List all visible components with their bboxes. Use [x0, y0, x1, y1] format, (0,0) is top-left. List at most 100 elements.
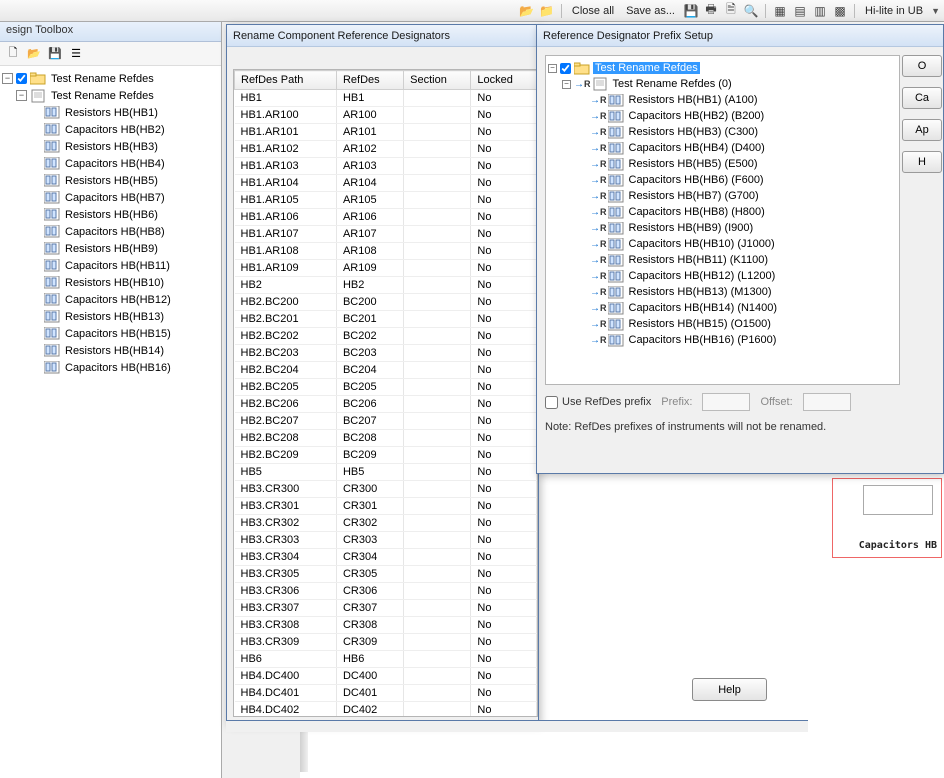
table-row[interactable]: HB1.AR100 AR100 No: [235, 107, 537, 124]
col-refdes[interactable]: RefDes: [336, 71, 403, 90]
tree-item[interactable]: Capacitors HB(HB15): [2, 325, 219, 342]
collapse-icon[interactable]: −: [562, 80, 571, 89]
print-icon[interactable]: 🖶: [703, 3, 719, 19]
table-row[interactable]: HB3.CR300 CR300 No: [235, 481, 537, 498]
tree-item[interactable]: Resistors HB(HB5): [2, 172, 219, 189]
tree-root-check[interactable]: [16, 73, 27, 84]
table-row[interactable]: HB1 HB1 No: [235, 90, 537, 107]
table-row[interactable]: HB3.CR301 CR301 No: [235, 498, 537, 515]
table-row[interactable]: HB3.CR307 CR307 No: [235, 600, 537, 617]
table-row[interactable]: HB1.AR105 AR105 No: [235, 192, 537, 209]
table-row[interactable]: HB2.BC200 BC200 No: [235, 294, 537, 311]
tree-item[interactable]: Capacitors HB(HB12): [2, 291, 219, 308]
table-row[interactable]: HB1.AR102 AR102 No: [235, 141, 537, 158]
help-side-button[interactable]: H: [902, 151, 942, 173]
save-icon[interactable]: 💾: [683, 3, 699, 19]
tree-item[interactable]: Capacitors HB(HB8): [2, 223, 219, 240]
cancel-button[interactable]: Ca: [902, 87, 942, 109]
tree-item[interactable]: Capacitors HB(HB2): [2, 121, 219, 138]
table-row[interactable]: HB3.CR302 CR302 No: [235, 515, 537, 532]
prefix-tree-item[interactable]: →R Resistors HB(HB1) (A100): [548, 92, 897, 108]
table-row[interactable]: HB2.BC205 BC205 No: [235, 379, 537, 396]
tree-item[interactable]: Resistors HB(HB14): [2, 342, 219, 359]
table-row[interactable]: HB1.AR109 AR109 No: [235, 260, 537, 277]
collapse-icon[interactable]: −: [16, 90, 27, 101]
preview-icon[interactable]: 🗎: [723, 3, 739, 19]
table-row[interactable]: HB1.AR107 AR107 No: [235, 226, 537, 243]
table-row[interactable]: HB3.CR306 CR306 No: [235, 583, 537, 600]
use-refdes-prefix-checkbox[interactable]: [545, 396, 558, 409]
table-row[interactable]: HB1.AR103 AR103 No: [235, 158, 537, 175]
table-row[interactable]: HB2.BC203 BC203 No: [235, 345, 537, 362]
close-all-link[interactable]: Close all: [568, 5, 618, 17]
table-row[interactable]: HB1.AR104 AR104 No: [235, 175, 537, 192]
prefix-tree-root[interactable]: − Test Rename Refdes: [548, 60, 897, 76]
ok-button[interactable]: O: [902, 55, 942, 77]
tree-item[interactable]: Capacitors HB(HB7): [2, 189, 219, 206]
table-row[interactable]: HB3.CR305 CR305 No: [235, 566, 537, 583]
grid1-icon[interactable]: ▦: [772, 3, 788, 19]
rename-table[interactable]: RefDes Path RefDes Section Locked HB1 HB…: [234, 70, 537, 717]
collapse-icon[interactable]: −: [2, 73, 13, 84]
tree-item[interactable]: Resistors HB(HB9): [2, 240, 219, 257]
toolbox-save-icon[interactable]: 💾: [46, 45, 64, 63]
table-row[interactable]: HB3.CR303 CR303 No: [235, 532, 537, 549]
open-folder-icon[interactable]: 📁: [539, 3, 555, 19]
table-row[interactable]: HB5 HB5 No: [235, 464, 537, 481]
table-row[interactable]: HB3.CR308 CR308 No: [235, 617, 537, 634]
prefix-tree-item[interactable]: →R Resistors HB(HB15) (O1500): [548, 316, 897, 332]
table-row[interactable]: HB2.BC209 BC209 No: [235, 447, 537, 464]
prefix-tree-item[interactable]: →R Resistors HB(HB13) (M1300): [548, 284, 897, 300]
prefix-tree-item[interactable]: →R Resistors HB(HB5) (E500): [548, 156, 897, 172]
table-row[interactable]: HB2 HB2 No: [235, 277, 537, 294]
table-row[interactable]: HB2.BC202 BC202 No: [235, 328, 537, 345]
collapse-icon[interactable]: −: [548, 64, 557, 73]
tree-item[interactable]: Capacitors HB(HB11): [2, 257, 219, 274]
prefix-root-check[interactable]: [560, 63, 571, 74]
grid2-icon[interactable]: ▤: [792, 3, 808, 19]
col-section[interactable]: Section: [404, 71, 471, 90]
table-row[interactable]: HB6 HB6 No: [235, 651, 537, 668]
tree-item[interactable]: Resistors HB(HB1): [2, 104, 219, 121]
tree-item[interactable]: Resistors HB(HB3): [2, 138, 219, 155]
table-row[interactable]: HB4.DC401 DC401 No: [235, 685, 537, 702]
table-row[interactable]: HB1.AR106 AR106 No: [235, 209, 537, 226]
prefix-tree-item[interactable]: →R Capacitors HB(HB4) (D400): [548, 140, 897, 156]
use-refdes-prefix-check[interactable]: Use RefDes prefix: [545, 396, 651, 409]
save-as-link[interactable]: Save as...: [622, 5, 679, 17]
dropdown-icon[interactable]: ▼: [931, 6, 940, 16]
table-row[interactable]: HB1.AR101 AR101 No: [235, 124, 537, 141]
prefix-tree[interactable]: − Test Rename Refdes − →R Test Rename Re…: [545, 55, 900, 385]
prefix-tree-item[interactable]: →R Capacitors HB(HB10) (J1000): [548, 236, 897, 252]
table-row[interactable]: HB4.DC400 DC400 No: [235, 668, 537, 685]
table-row[interactable]: HB2.BC206 BC206 No: [235, 396, 537, 413]
toolbox-list-icon[interactable]: ☰: [67, 45, 85, 63]
prefix-tree-item[interactable]: →R Capacitors HB(HB12) (L1200): [548, 268, 897, 284]
help-button[interactable]: Help: [692, 678, 767, 701]
toolbox-new-icon[interactable]: 🗋: [4, 45, 22, 63]
tree-root[interactable]: − Test Rename Refdes: [2, 70, 219, 87]
grid4-icon[interactable]: ▩: [832, 3, 848, 19]
search-icon[interactable]: 🔍: [743, 3, 759, 19]
col-locked[interactable]: Locked: [471, 71, 537, 90]
prefix-tree-item[interactable]: →R Capacitors HB(HB14) (N1400): [548, 300, 897, 316]
table-row[interactable]: HB2.BC201 BC201 No: [235, 311, 537, 328]
prefix-tree-item[interactable]: →R Capacitors HB(HB16) (P1600): [548, 332, 897, 348]
prefix-tree-item[interactable]: →R Resistors HB(HB11) (K1100): [548, 252, 897, 268]
table-row[interactable]: HB3.CR304 CR304 No: [235, 549, 537, 566]
tree-item[interactable]: Capacitors HB(HB4): [2, 155, 219, 172]
col-path[interactable]: RefDes Path: [235, 71, 337, 90]
table-row[interactable]: HB3.CR309 CR309 No: [235, 634, 537, 651]
hilite-link[interactable]: Hi-lite in UB: [861, 5, 927, 17]
design-tree[interactable]: − Test Rename Refdes − Test Rename Refde…: [0, 66, 221, 778]
grid3-icon[interactable]: ▥: [812, 3, 828, 19]
prefix-tree-item[interactable]: →R Capacitors HB(HB6) (F600): [548, 172, 897, 188]
table-row[interactable]: HB1.AR108 AR108 No: [235, 243, 537, 260]
tree-item[interactable]: Capacitors HB(HB16): [2, 359, 219, 376]
apply-button[interactable]: Ap: [902, 119, 942, 141]
tree-item[interactable]: Resistors HB(HB6): [2, 206, 219, 223]
table-row[interactable]: HB2.BC207 BC207 No: [235, 413, 537, 430]
tree-doc[interactable]: − Test Rename Refdes: [2, 87, 219, 104]
tree-item[interactable]: Resistors HB(HB13): [2, 308, 219, 325]
prefix-tree-item[interactable]: →R Resistors HB(HB3) (C300): [548, 124, 897, 140]
